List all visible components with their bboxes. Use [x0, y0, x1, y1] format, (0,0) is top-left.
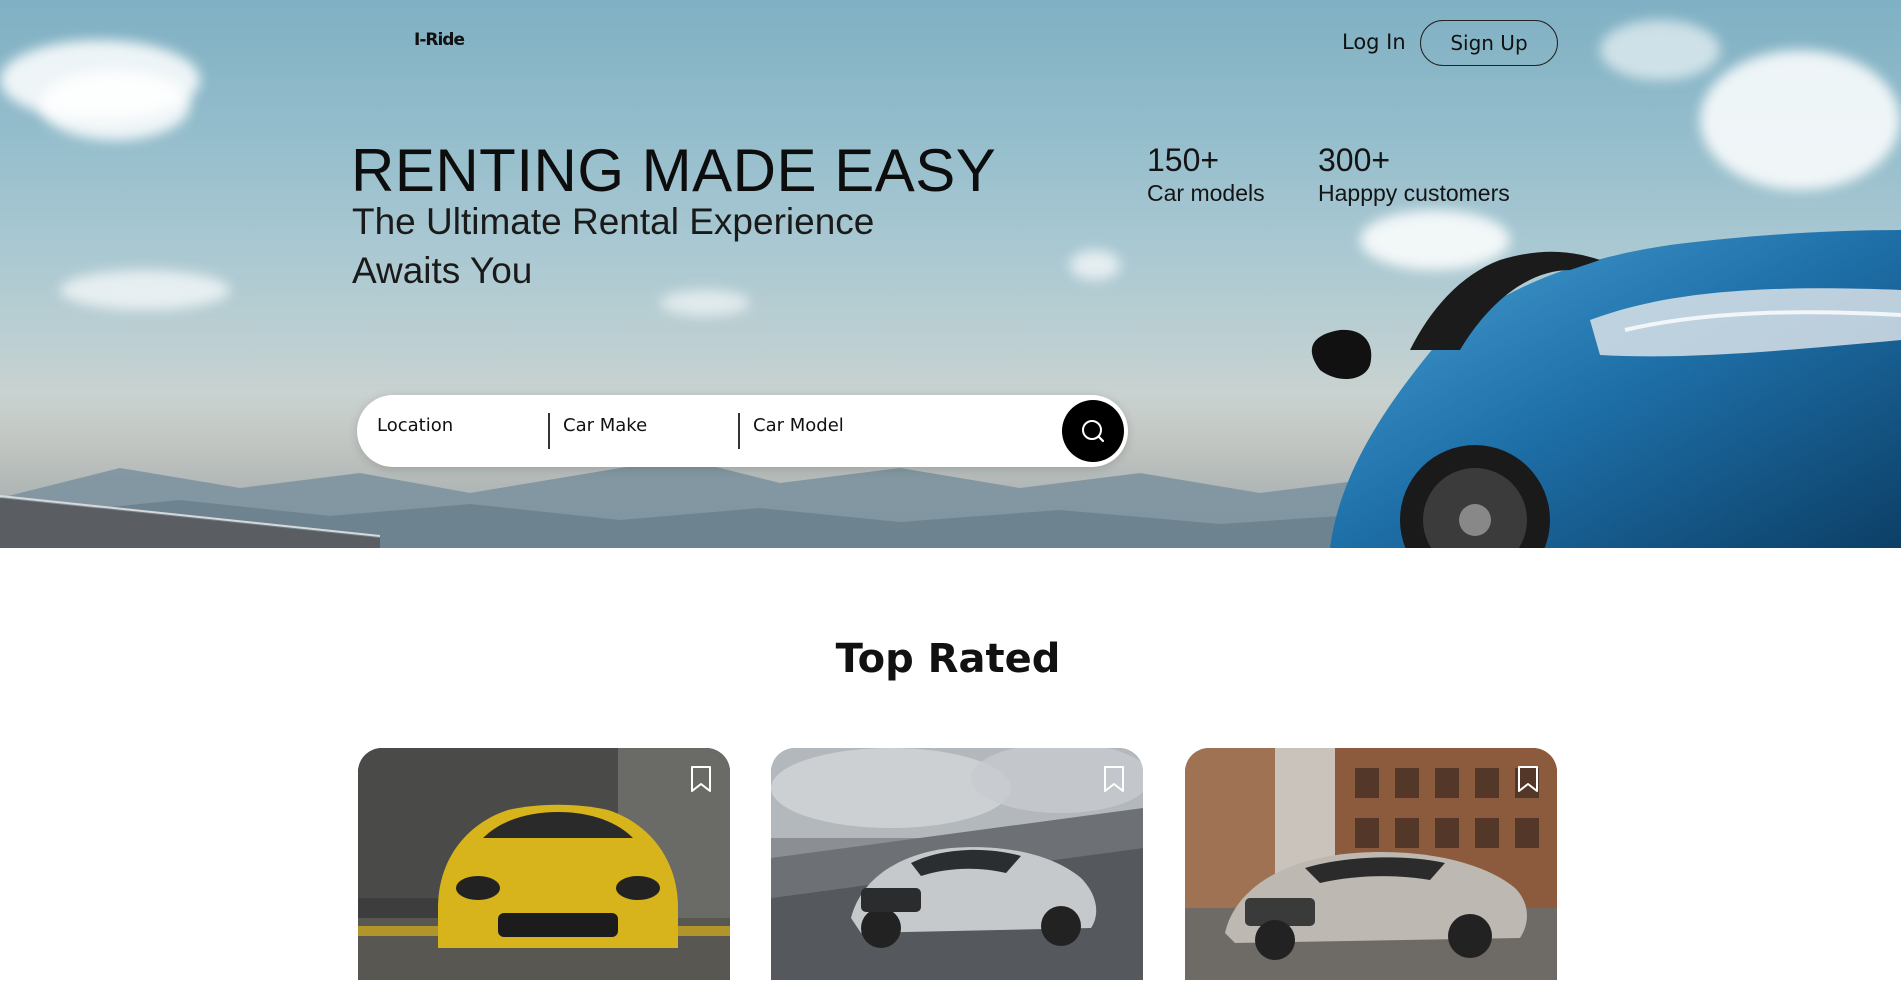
hero-headline: RENTING MADE EASY	[351, 137, 997, 204]
stat-value: 300+	[1318, 142, 1391, 178]
cloud	[1070, 250, 1120, 280]
stat-customers: 300+ Happpy customers	[1318, 142, 1510, 208]
location-field[interactable]: Location	[377, 415, 453, 436]
car-card[interactable]	[771, 748, 1143, 983]
cloud	[1600, 20, 1720, 80]
hero-car-image	[1311, 230, 1901, 548]
cloud	[1700, 50, 1900, 190]
signup-button[interactable]: Sign Up	[1420, 20, 1558, 66]
car-image	[771, 748, 1143, 980]
bookmark-icon[interactable]	[688, 764, 714, 794]
search-divider	[738, 413, 740, 449]
brand-logo[interactable]: I-Ride	[414, 30, 465, 50]
section-title-top-rated: Top Rated	[835, 636, 1061, 682]
page: I-Ride Log In Sign Up RENTING MADE EASY …	[0, 0, 1901, 983]
car-make-field[interactable]: Car Make	[563, 415, 647, 436]
search-divider	[548, 413, 550, 449]
search-icon	[1082, 420, 1105, 443]
bookmark-icon[interactable]	[1101, 764, 1127, 794]
cloud	[40, 70, 190, 140]
car-card[interactable]	[358, 748, 730, 983]
stat-label: Car models	[1147, 180, 1265, 206]
search-button[interactable]	[1062, 400, 1124, 462]
stat-car-models: 150+ Car models	[1147, 142, 1265, 208]
stat-value: 150+	[1147, 142, 1220, 178]
car-image	[1185, 748, 1557, 980]
stat-label: Happpy customers	[1318, 180, 1510, 206]
hero-banner: I-Ride Log In Sign Up RENTING MADE EASY …	[0, 0, 1901, 548]
car-image	[358, 748, 730, 980]
cloud	[60, 270, 230, 310]
car-model-field[interactable]: Car Model	[753, 415, 844, 436]
login-link[interactable]: Log In	[1342, 30, 1406, 54]
hero-subheadline: The Ultimate Rental Experience Awaits Yo…	[352, 201, 875, 291]
bookmark-icon[interactable]	[1515, 764, 1541, 794]
car-card[interactable]	[1185, 748, 1557, 983]
search-bar: Location Car Make Car Model	[357, 395, 1128, 467]
